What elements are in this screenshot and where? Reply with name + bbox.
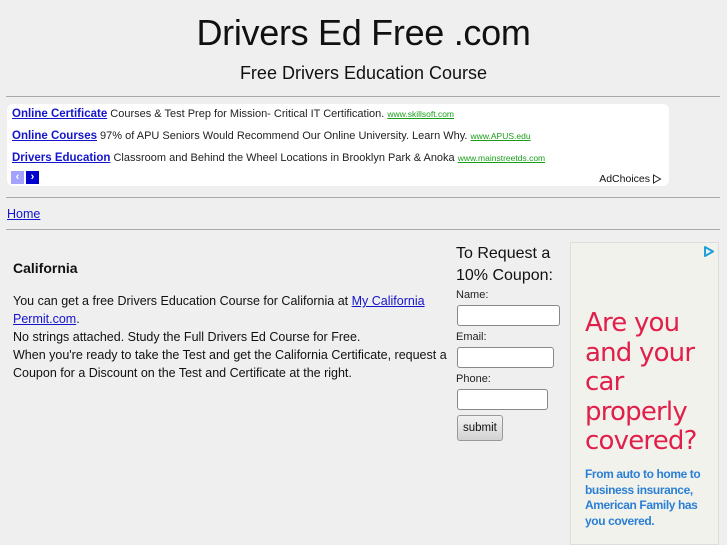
submit-button[interactable]: submit	[457, 415, 503, 441]
chevron-right-icon[interactable]: ›	[26, 171, 39, 184]
ad-item: Online Certificate Courses & Test Prep f…	[12, 108, 454, 120]
content-paragraph: You can get a free Drivers Education Cou…	[13, 292, 453, 328]
text-ad-unit: Online Certificate Courses & Test Prep f…	[7, 104, 669, 186]
divider	[6, 197, 720, 198]
name-label: Name:	[456, 289, 489, 301]
adchoices-icon	[653, 174, 662, 184]
coupon-heading: To Request a 10% Coupon:	[456, 245, 553, 284]
divider	[6, 96, 720, 97]
ad-body: From auto to home to business insurance,…	[585, 467, 701, 528]
chevron-left-icon[interactable]: ‹	[11, 171, 24, 184]
content-line: No strings attached. Study the Full Driv…	[13, 330, 361, 344]
display-ad[interactable]: Are you and your car properly covered? F…	[570, 242, 719, 545]
ad-title-link[interactable]: Online Certificate	[12, 108, 107, 120]
ad-url-link[interactable]: www.APUS.edu	[471, 131, 531, 141]
ad-text: Courses & Test Prep for Mission- Critica…	[107, 108, 388, 120]
ad-item: Online Courses 97% of APU Seniors Would …	[12, 130, 531, 142]
page-heading: California	[13, 260, 78, 276]
divider	[6, 229, 720, 230]
name-input[interactable]	[457, 305, 560, 326]
ad-title-link[interactable]: Drivers Education	[12, 152, 110, 164]
adchoices-label: AdChoices	[599, 173, 650, 185]
ad-title-link[interactable]: Online Courses	[12, 130, 97, 142]
ad-text: Classroom and Behind the Wheel Locations…	[110, 152, 458, 164]
phone-input[interactable]	[457, 389, 548, 410]
content-line: When you're ready to take the Test and g…	[13, 348, 447, 380]
site-title: Drivers Ed Free .com	[196, 12, 531, 53]
ad-url-link[interactable]: www.skillsoft.com	[387, 109, 454, 119]
main-content: California You can get a free Drivers Ed…	[13, 259, 453, 382]
ad-item: Drivers Education Classroom and Behind t…	[12, 152, 545, 164]
phone-label: Phone:	[456, 373, 491, 385]
email-label: Email:	[456, 331, 487, 343]
adchoices-icon[interactable]	[702, 245, 715, 258]
adchoices-link[interactable]: AdChoices	[599, 173, 662, 185]
ad-url-link[interactable]: www.mainstreetds.com	[458, 153, 545, 163]
email-input[interactable]	[457, 347, 554, 368]
ad-pagination: ‹ ›	[11, 171, 39, 184]
ad-text: 97% of APU Seniors Would Recommend Our O…	[97, 130, 471, 142]
site-subtitle: Free Drivers Education Course	[239, 63, 488, 83]
content-text: .	[76, 312, 80, 326]
ad-headline: Are you and your car properly covered?	[585, 308, 697, 456]
content-text: You can get a free Drivers Education Cou…	[13, 294, 352, 308]
breadcrumb-home-link[interactable]: Home	[7, 207, 40, 221]
coupon-request-form: To Request a 10% Coupon: Name: Email: Ph…	[456, 243, 566, 441]
